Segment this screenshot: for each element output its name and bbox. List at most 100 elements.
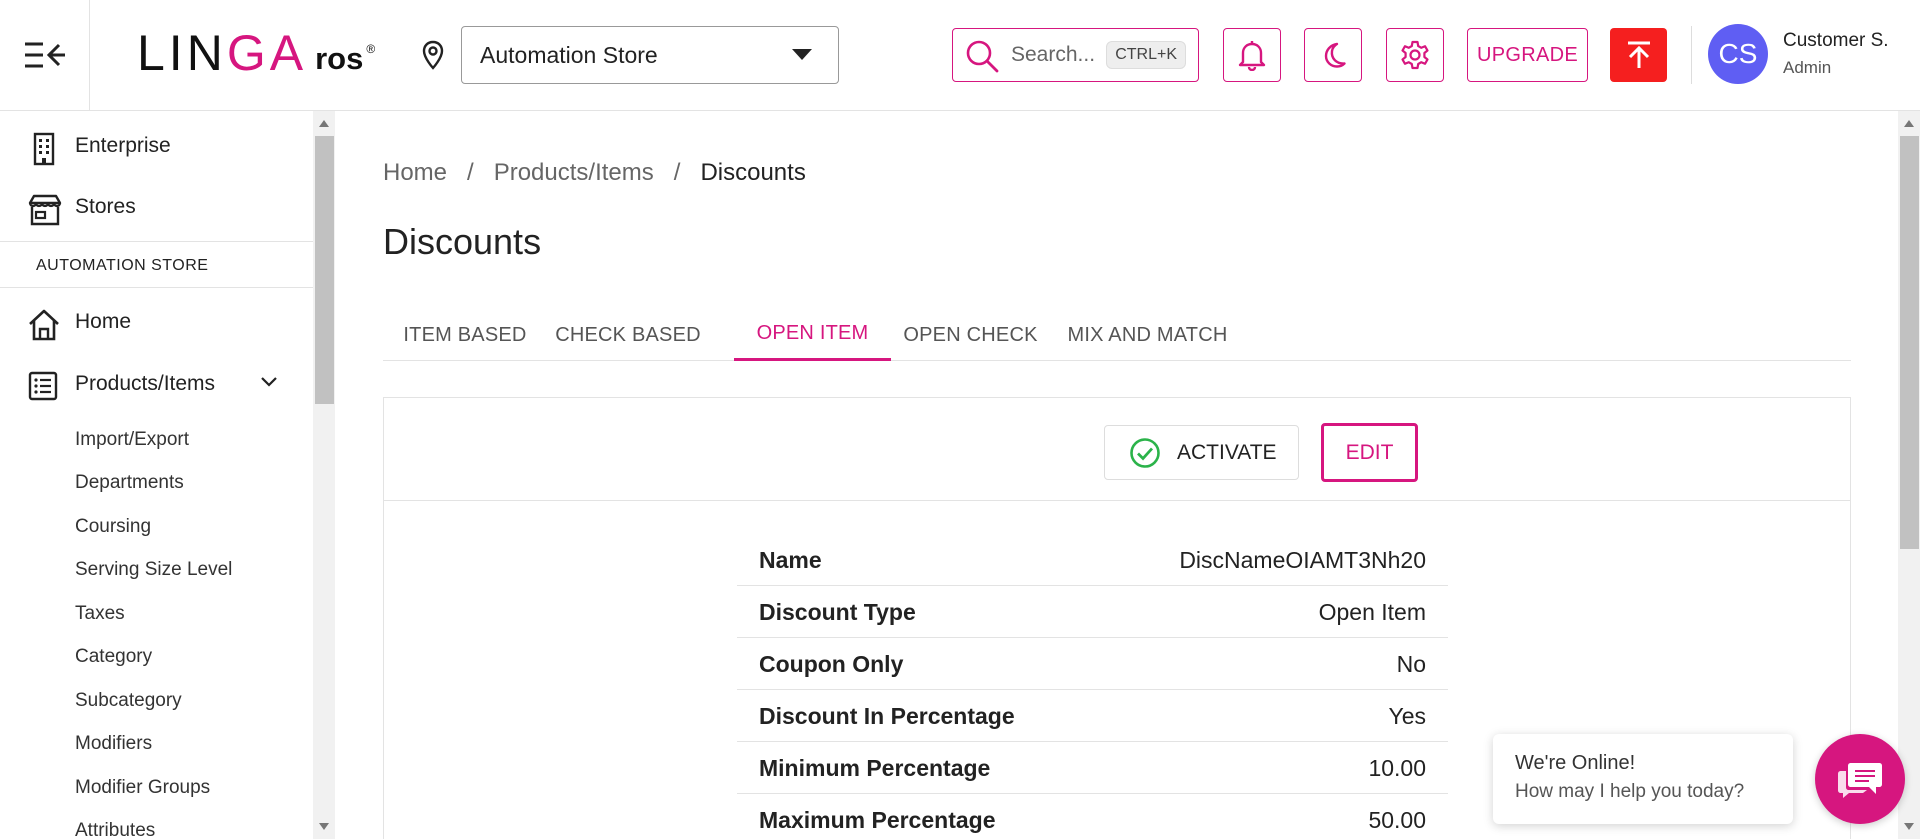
tab-open-check[interactable]: OPEN CHECK — [891, 309, 1050, 361]
sidebar: Enterprise Stores AUTOMATION STORE Home … — [0, 111, 313, 839]
search-icon — [966, 40, 999, 73]
sidebar-subitem-attributes[interactable]: Attributes — [75, 820, 155, 839]
detail-value: 10.00 — [1368, 755, 1426, 781]
logo-ros: ros — [315, 41, 364, 76]
tab-mix-and-match[interactable]: MIX AND MATCH — [1050, 309, 1245, 361]
sidebar-item-enterprise[interactable]: Enterprise — [0, 120, 313, 172]
breadcrumb-separator: / — [467, 159, 474, 186]
store-selector-value: Automation Store — [480, 41, 658, 68]
activate-label: ACTIVATE — [1177, 440, 1277, 464]
header-divider — [1691, 26, 1692, 84]
breadcrumb-home[interactable]: Home — [383, 159, 447, 187]
publish-button[interactable] — [1610, 28, 1667, 82]
sidebar-item-label: Stores — [75, 195, 136, 218]
scroll-up-arrow-icon[interactable] — [1904, 120, 1914, 127]
chat-launcher-button[interactable] — [1815, 734, 1905, 824]
sidebar-subitem-category[interactable]: Category — [75, 646, 152, 668]
user-name[interactable]: Customer S. — [1783, 30, 1889, 52]
scroll-down-arrow-icon[interactable] — [319, 823, 329, 830]
sidebar-subitem-subcategory[interactable]: Subcategory — [75, 690, 182, 712]
scroll-up-arrow-icon[interactable] — [319, 120, 329, 127]
page-title: Discounts — [383, 221, 542, 262]
tab-check-based[interactable]: CHECK BASED — [547, 309, 709, 361]
sidebar-subitem-taxes[interactable]: Taxes — [75, 603, 125, 625]
chat-greeting-title: We're Online! — [1515, 752, 1636, 774]
sidebar-subitem-modifier-groups[interactable]: Modifier Groups — [75, 777, 210, 799]
edit-button[interactable]: EDIT — [1321, 423, 1418, 482]
user-role: Admin — [1783, 58, 1832, 77]
main-content: Home / Products/Items / Discounts Discou… — [336, 111, 1898, 839]
detail-key: Minimum Percentage — [759, 755, 991, 781]
sidebar-item-label: Enterprise — [75, 134, 171, 157]
detail-value: Yes — [1388, 703, 1426, 729]
detail-value: 50.00 — [1368, 807, 1426, 833]
user-avatar[interactable]: CS — [1708, 24, 1768, 84]
scroll-down-arrow-icon[interactable] — [1904, 823, 1914, 830]
detail-key: Coupon Only — [759, 651, 904, 677]
location-pin-icon — [422, 40, 444, 70]
breadcrumb-products-items[interactable]: Products/Items — [494, 159, 654, 187]
detail-row: Discount In Percentage Yes — [737, 690, 1448, 742]
building-icon — [33, 132, 55, 166]
tab-item-based[interactable]: ITEM BASED — [383, 309, 547, 361]
global-search[interactable]: Search... CTRL+K — [952, 28, 1199, 82]
gear-icon — [1401, 40, 1429, 70]
sidebar-item-products-items[interactable]: Products/Items — [0, 358, 313, 410]
detail-key: Maximum Percentage — [759, 807, 996, 833]
sidebar-item-label: Products/Items — [75, 372, 216, 395]
detail-row: Maximum Percentage 50.00 — [737, 794, 1448, 839]
detail-row: Discount Type Open Item — [737, 586, 1448, 638]
upgrade-button[interactable]: UPGRADE — [1467, 28, 1588, 82]
breadcrumb-current: Discounts — [700, 159, 806, 186]
logo-registered: ® — [366, 42, 376, 56]
discount-tabs: ITEM BASED CHECK BASED OPEN ITEM OPEN CH… — [383, 309, 1851, 361]
notifications-button[interactable] — [1223, 28, 1281, 82]
check-circle-icon — [1130, 437, 1160, 468]
sidebar-subitem-coursing[interactable]: Coursing — [75, 516, 151, 538]
settings-button[interactable] — [1386, 28, 1444, 82]
card-toolbar: ACTIVATE EDIT — [384, 398, 1850, 501]
sidebar-item-stores[interactable]: Stores — [0, 181, 313, 233]
collapse-menu-button[interactable] — [0, 0, 90, 110]
detail-row: Minimum Percentage 10.00 — [737, 742, 1448, 794]
main-scrollbar-thumb[interactable] — [1900, 136, 1919, 549]
detail-value: No — [1396, 651, 1426, 677]
moon-icon — [1324, 42, 1346, 68]
logo-text: LINGA — [137, 25, 308, 81]
sidebar-section-title: AUTOMATION STORE — [36, 257, 209, 274]
sidebar-scrollbar-thumb[interactable] — [315, 136, 334, 404]
activate-button[interactable]: ACTIVATE — [1104, 425, 1299, 480]
bell-icon — [1238, 41, 1266, 71]
sidebar-divider — [0, 287, 313, 288]
tab-open-item[interactable]: OPEN ITEM — [734, 309, 891, 361]
sidebar-divider — [0, 241, 313, 242]
detail-row: Name DiscNameOIAMT3Nh20 — [737, 534, 1448, 586]
upload-arrow-icon — [1627, 41, 1650, 68]
chat-greeting-bubble[interactable]: We're Online! How may I help you today? — [1493, 734, 1793, 824]
chat-greeting-text: How may I help you today? — [1515, 781, 1745, 802]
detail-key: Name — [759, 547, 822, 573]
linga-ros-logo[interactable]: LINGA ros ® — [137, 28, 375, 78]
breadcrumb-separator: / — [673, 159, 681, 186]
sidebar-subitem-modifiers[interactable]: Modifiers — [75, 733, 152, 755]
collapse-menu-icon — [24, 42, 65, 68]
dark-mode-button[interactable] — [1304, 28, 1362, 82]
home-icon — [29, 309, 59, 341]
detail-row: Coupon Only No — [737, 638, 1448, 690]
sidebar-item-home[interactable]: Home — [0, 296, 313, 348]
sidebar-item-label: Home — [75, 310, 132, 333]
detail-key: Discount In Percentage — [759, 703, 1015, 729]
search-placeholder: Search... — [1011, 43, 1096, 66]
sidebar-subitem-departments[interactable]: Departments — [75, 472, 184, 494]
sidebar-subitem-import-export[interactable]: Import/Export — [75, 429, 189, 451]
store-icon — [28, 194, 62, 226]
list-icon — [28, 371, 58, 401]
search-shortcut-badge: CTRL+K — [1106, 41, 1186, 69]
detail-value: DiscNameOIAMT3Nh20 — [1179, 547, 1426, 573]
detail-value: Open Item — [1318, 599, 1426, 625]
chevron-down-icon — [261, 377, 277, 387]
sidebar-subitem-serving-size-level[interactable]: Serving Size Level — [75, 559, 232, 581]
chat-icon — [1838, 763, 1882, 798]
detail-key: Discount Type — [759, 599, 916, 625]
store-selector[interactable]: Automation Store — [461, 26, 839, 84]
